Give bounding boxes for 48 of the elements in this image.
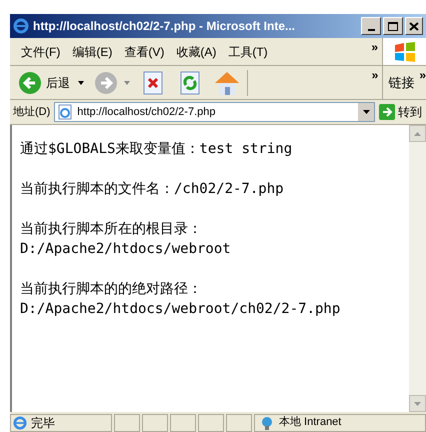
text-line: 当前执行脚本所在的根目录： — [20, 220, 203, 239]
text-line: 当前执行脚本的的绝对路径： — [20, 280, 203, 299]
menu-item[interactable]: 文件(F) — [16, 42, 66, 60]
text-line: 通过$GLOBALS来取变量值：test string — [20, 140, 294, 159]
status-panel — [226, 414, 252, 432]
menu-item[interactable]: 工具(T) — [223, 42, 273, 60]
dropdown-arrow-icon — [362, 110, 370, 114]
close-icon — [409, 22, 419, 30]
address-label: 地址(D) — [13, 104, 50, 120]
dropdown-arrow-icon[interactable] — [78, 80, 84, 84]
browser-icon — [13, 18, 29, 34]
text-line: 当前执行脚本的文件名：/ch02/2-7.php — [20, 180, 285, 199]
status-panel — [170, 414, 196, 432]
status-panel — [142, 414, 168, 432]
down-arrow-icon — [414, 402, 421, 406]
close-button[interactable] — [405, 17, 423, 35]
menu-item[interactable]: 收藏(A) — [171, 42, 222, 60]
up-arrow-icon — [414, 132, 421, 136]
more-chevron[interactable]: » — [419, 66, 426, 84]
text-line: D:/Apache2/htdocs/webroot/ch02/2-7.php — [20, 300, 342, 319]
dropdown-button[interactable] — [358, 103, 374, 121]
more-chevron[interactable]: » — [372, 66, 378, 84]
browser-icon — [13, 416, 27, 430]
page-icon — [57, 104, 74, 120]
refresh-icon[interactable] — [179, 70, 201, 94]
status-panel — [114, 414, 140, 432]
back-button[interactable]: 后退 — [14, 70, 74, 94]
go-button[interactable]: 转到 — [379, 103, 426, 121]
more-chevron[interactable]: » — [367, 38, 382, 56]
status-panel — [198, 414, 224, 432]
links-button[interactable]: 链接 — [383, 72, 420, 92]
menu-item[interactable]: 查看(V) — [119, 42, 170, 60]
network-icon — [259, 416, 275, 430]
zone-panel: 本地 Intranet — [254, 414, 426, 432]
forward-button[interactable] — [94, 70, 118, 94]
scroll-up-button[interactable] — [409, 125, 426, 142]
text-line: D:/Apache2/htdocs/webroot — [20, 240, 232, 259]
windows-flag-icon — [394, 42, 416, 62]
minimize-button[interactable] — [361, 17, 381, 35]
scroll-down-button[interactable] — [409, 395, 426, 412]
window-title: http://localhost/ch02/2-7.php - Microsoft Inte... — [33, 18, 296, 35]
menu-item[interactable]: 编辑(E) — [67, 42, 118, 60]
scrollbar[interactable] — [409, 125, 426, 412]
address-field[interactable]: http://localhost/ch02/2-7.php — [54, 102, 375, 122]
maximize-button[interactable] — [383, 17, 403, 35]
status-panel: 完毕 — [10, 414, 112, 432]
go-arrow-icon — [379, 104, 395, 120]
stop-icon[interactable] — [142, 70, 164, 94]
